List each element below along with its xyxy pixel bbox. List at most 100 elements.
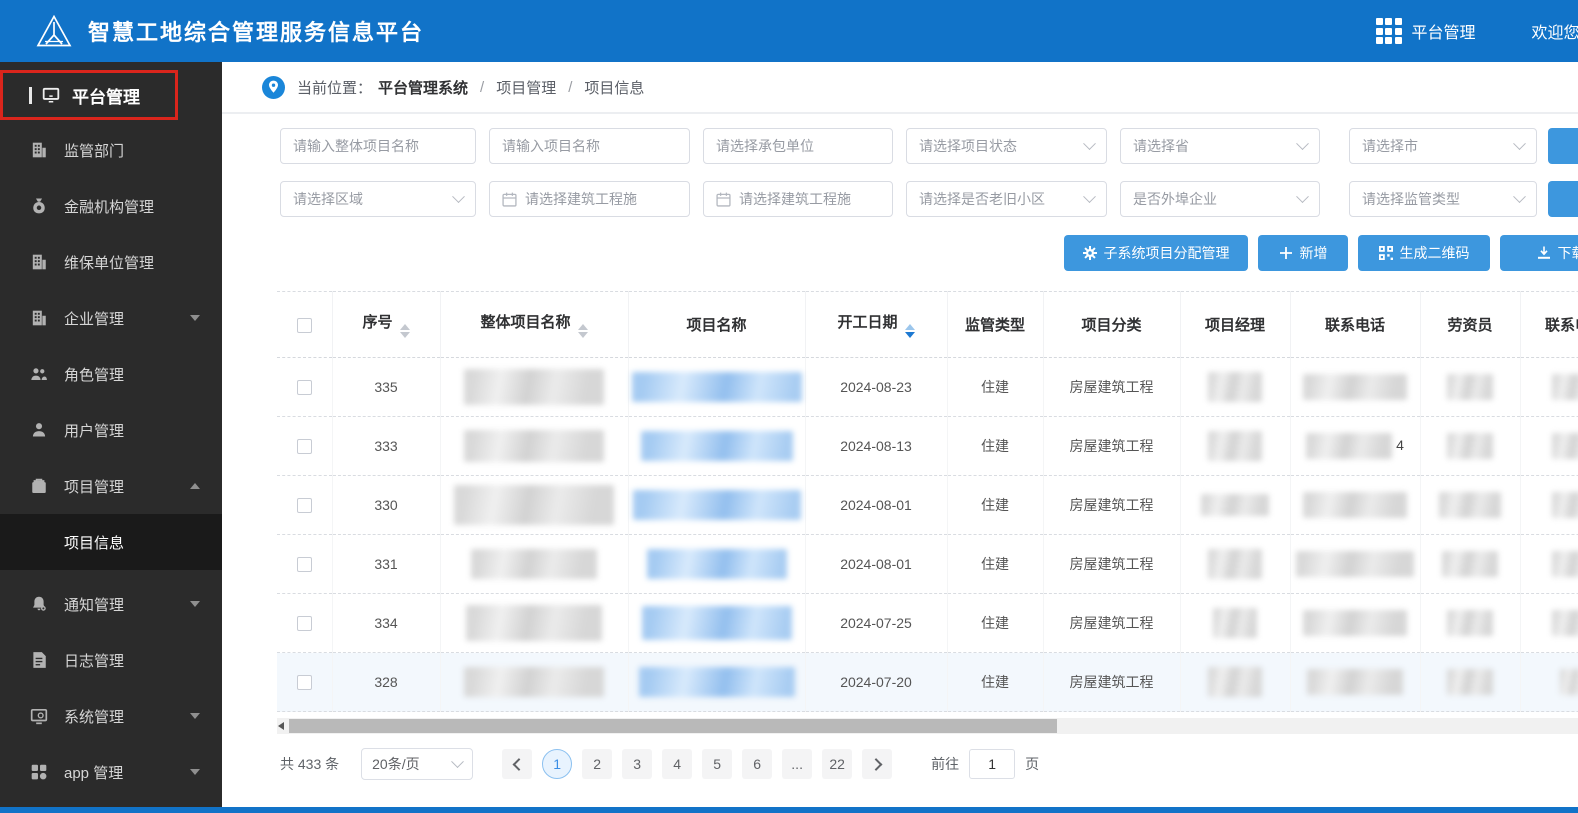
- sidebar-item-label: 用户管理: [64, 422, 125, 440]
- row-checkbox[interactable]: [296, 380, 312, 396]
- redacted-phone: [1296, 551, 1414, 577]
- external-enterprise-select[interactable]: 是否外埠企业: [1120, 181, 1320, 217]
- apps-grid-icon[interactable]: [1375, 18, 1402, 44]
- search-button[interactable]: [1548, 128, 1578, 164]
- row-checkbox[interactable]: [296, 616, 312, 632]
- sidebar-item-financial-institutions[interactable]: 金融机构管理: [0, 178, 222, 234]
- page-button[interactable]: 3: [622, 749, 653, 779]
- cell-phone-suffix: 4: [1396, 436, 1404, 453]
- sort-icon[interactable]: [399, 324, 410, 338]
- sidebar-item-log-management[interactable]: 日志管理: [0, 632, 222, 688]
- row-checkbox[interactable]: [296, 498, 312, 514]
- goto-page-input[interactable]: [969, 749, 1016, 779]
- redacted-phone: [1303, 374, 1407, 400]
- prev-page-button[interactable]: [502, 749, 533, 779]
- overall-project-name-input[interactable]: [280, 128, 476, 164]
- project-name-link-redacted[interactable]: [632, 490, 801, 520]
- sidebar-item-notification-management[interactable]: 通知管理: [0, 576, 222, 632]
- project-name-link-redacted[interactable]: [646, 549, 787, 579]
- project-name-input[interactable]: [489, 128, 690, 164]
- sort-icon-active-desc[interactable]: [904, 324, 915, 338]
- horizontal-scrollbar-track[interactable]: [277, 718, 1578, 734]
- select-placeholder: 请选择是否老旧小区: [919, 191, 1045, 207]
- project-name-link-redacted[interactable]: [631, 372, 802, 402]
- supervision-type-select[interactable]: 请选择监管类型: [1349, 181, 1537, 217]
- row-checkbox[interactable]: [296, 439, 312, 455]
- horizontal-scrollbar-thumb[interactable]: [289, 719, 1057, 733]
- region-select[interactable]: 请选择区域: [280, 181, 476, 217]
- page-button[interactable]: 5: [702, 749, 733, 779]
- chevron-up-icon: [190, 483, 200, 489]
- goto-label: 前往: [931, 756, 960, 772]
- add-button[interactable]: 新增: [1258, 235, 1348, 271]
- redacted-labor-officer: [1447, 374, 1493, 400]
- sidebar-item-platform-management[interactable]: 平台管理: [0, 70, 178, 120]
- chevron-down-icon: [190, 713, 200, 719]
- sidebar-item-supervision-department[interactable]: 监管部门: [0, 122, 222, 178]
- page-button[interactable]: 22: [822, 749, 853, 779]
- project-name-link-redacted[interactable]: [640, 431, 793, 461]
- sidebar-item-project-management[interactable]: 项目管理: [0, 458, 222, 514]
- redacted-phone: [1552, 433, 1578, 459]
- breadcrumb-root[interactable]: 平台管理系统: [378, 77, 468, 98]
- row-checkbox[interactable]: [296, 557, 312, 573]
- cell-seq: 331: [332, 534, 441, 594]
- page-button[interactable]: 6: [742, 749, 773, 779]
- select-all-checkbox[interactable]: [296, 317, 312, 333]
- vertical-bar-icon: [29, 86, 32, 104]
- select-placeholder: 请选择承包单位: [716, 138, 814, 154]
- cell-project-category: 房屋建筑工程: [1043, 534, 1181, 594]
- reset-button[interactable]: [1548, 181, 1578, 217]
- cell-supervision-type: 住建: [947, 534, 1044, 594]
- project-status-select[interactable]: 请选择项目状态: [906, 128, 1107, 164]
- page-button[interactable]: 4: [662, 749, 693, 779]
- subsystem-project-assign-button[interactable]: 子系统项目分配管理: [1064, 235, 1248, 271]
- download-button[interactable]: 下载: [1500, 235, 1578, 271]
- qrcode-icon: [1378, 246, 1393, 260]
- users-icon: [30, 365, 48, 383]
- project-name-link-redacted[interactable]: [641, 606, 792, 640]
- chevron-down-icon: [1083, 136, 1096, 150]
- construction-date-end-picker[interactable]: 请选择建筑工程施: [703, 181, 893, 217]
- sidebar-item-app-management[interactable]: app 管理: [0, 744, 222, 800]
- sidebar-item-user-management[interactable]: 用户管理: [0, 402, 222, 458]
- province-select[interactable]: 请选择省: [1120, 128, 1320, 164]
- cell-supervision-type: 住建: [947, 652, 1044, 712]
- old-community-select[interactable]: 请选择是否老旧小区: [906, 181, 1107, 217]
- cell-supervision-type: 住建: [947, 416, 1044, 476]
- gear-icon: [1082, 246, 1097, 260]
- next-page-button[interactable]: [862, 749, 893, 779]
- project-name-link-redacted[interactable]: [638, 667, 795, 697]
- header-nav-platform-management[interactable]: 平台管理: [1412, 19, 1476, 43]
- redacted-phone: [1552, 610, 1578, 636]
- table-header-row: 序号 整体项目名称 项目名称 开工日期 监管类型 项目分类 项目经理 联系电话 …: [277, 291, 1578, 358]
- cell-seq: 328: [332, 652, 441, 712]
- scrollbar-left-arrow-icon[interactable]: [278, 722, 284, 730]
- breadcrumb-separator: /: [480, 78, 485, 96]
- sidebar-item-enterprise-management[interactable]: 企业管理: [0, 290, 222, 346]
- column-header-overall-project-name[interactable]: 整体项目名称: [440, 291, 629, 358]
- sidebar-item-maintenance-units[interactable]: 维保单位管理: [0, 234, 222, 290]
- column-header-seq[interactable]: 序号: [332, 291, 441, 358]
- table-row: 335 2024-08-23 住建 房屋建筑工程: [277, 357, 1578, 417]
- sidebar-item-role-management[interactable]: 角色管理: [0, 346, 222, 402]
- page-ellipsis[interactable]: ...: [782, 749, 813, 779]
- breadcrumb-separator: /: [568, 78, 573, 96]
- contractor-select[interactable]: 请选择承包单位: [703, 128, 893, 164]
- redacted-phone: [1307, 669, 1403, 695]
- construction-date-start-picker[interactable]: 请选择建筑工程施: [489, 181, 690, 217]
- sort-icon[interactable]: [577, 324, 588, 338]
- generate-qrcode-button[interactable]: 生成二维码: [1358, 235, 1490, 271]
- sidebar-nav: 平台管理 监管部门 金融机构管理 维保单位管理 企业管理 角色管理 用户管理 项…: [0, 62, 222, 813]
- page-button[interactable]: 2: [582, 749, 613, 779]
- column-header-start-date[interactable]: 开工日期: [805, 291, 948, 358]
- breadcrumb-item-project-info[interactable]: 项目信息: [584, 77, 644, 98]
- sidebar-item-system-management[interactable]: 系统管理: [0, 688, 222, 744]
- page-button-current[interactable]: 1: [542, 749, 573, 779]
- sidebar-item-label: 金融机构管理: [64, 198, 155, 216]
- sidebar-subitem-project-info[interactable]: 项目信息: [0, 514, 222, 570]
- row-checkbox[interactable]: [296, 675, 312, 691]
- page-size-select[interactable]: 20条/页: [361, 748, 474, 780]
- breadcrumb-item-project-management[interactable]: 项目管理: [496, 77, 556, 98]
- city-select[interactable]: 请选择市: [1349, 128, 1537, 164]
